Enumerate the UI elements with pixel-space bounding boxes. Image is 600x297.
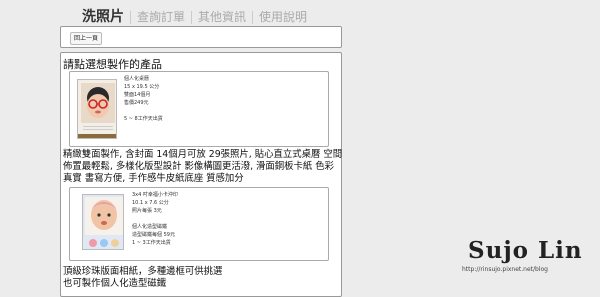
product-card-photo-cards[interactable]: 3x4 吋幸福小卡沖印 10.1 x 7.6 公分 照片每張 3元 個人化造型磁… bbox=[69, 187, 329, 261]
product-line: 個人化造型磁鐵 bbox=[132, 224, 168, 230]
photo-card-thumbnail[interactable] bbox=[82, 194, 124, 250]
product-line: 雙面14個月 bbox=[124, 92, 151, 98]
nav-tab-print-photos[interactable]: 洗照片 bbox=[82, 9, 130, 25]
product-panel: 請點選想製作的產品 個人化桌曆 15 x 19.5 公分 雙面14個月 售價24… bbox=[60, 52, 342, 297]
calendar-thumbnail[interactable] bbox=[77, 79, 117, 139]
back-button[interactable]: 回上一頁 bbox=[70, 32, 103, 45]
product-line: 售價249元 bbox=[124, 100, 149, 106]
watermark-url: http://rinsujo.pixnet.net/blog bbox=[462, 266, 548, 273]
nav-tab-other-info[interactable]: 其他資訊 bbox=[192, 9, 252, 25]
product-line: 造型磁鐵每個 59元 bbox=[132, 232, 175, 238]
product-card-calendar[interactable]: 個人化桌曆 15 x 19.5 公分 雙面14個月 售價249元 5 ~ 8工作… bbox=[69, 71, 329, 147]
product-line: 個人化桌曆 bbox=[124, 76, 150, 82]
panel-heading: 請點選想製作的產品 bbox=[63, 58, 162, 71]
toolbar: 回上一頁 bbox=[60, 26, 342, 48]
photo-card-description: 頂級珍珠版面相紙，多種邊框可供挑選 也可製作個人化造型磁鐵 bbox=[63, 266, 343, 290]
product-line: 照片每張 3元 bbox=[132, 208, 162, 214]
nav-tab-instructions[interactable]: 使用說明 bbox=[253, 9, 313, 25]
product-line: 5 ~ 8工作天出貨 bbox=[124, 116, 163, 122]
description-line: 也可製作個人化造型磁鐵 bbox=[63, 278, 167, 289]
product-line: 10.1 x 7.6 公分 bbox=[132, 200, 169, 206]
product-line: 3x4 吋幸福小卡沖印 bbox=[132, 192, 178, 198]
product-line: 15 x 19.5 公分 bbox=[124, 84, 160, 90]
top-nav: 洗照片 查詢訂單 其他資訊 使用說明 bbox=[82, 8, 313, 26]
photo-card-image bbox=[83, 195, 123, 249]
product-line: 1 ~ 3工作天出貨 bbox=[132, 240, 171, 246]
watermark-signature: Sujo Lin bbox=[468, 237, 583, 264]
calendar-description: 精緻雙面製作, 含封面 14個月可放 29張照片, 貼心直立式桌曆 空間佈置最輕… bbox=[63, 149, 343, 184]
description-line: 頂級珍珠版面相紙，多種邊框可供挑選 bbox=[63, 266, 223, 277]
calendar-photo-image bbox=[78, 80, 116, 138]
nav-tab-order-query[interactable]: 查詢訂單 bbox=[131, 9, 191, 25]
